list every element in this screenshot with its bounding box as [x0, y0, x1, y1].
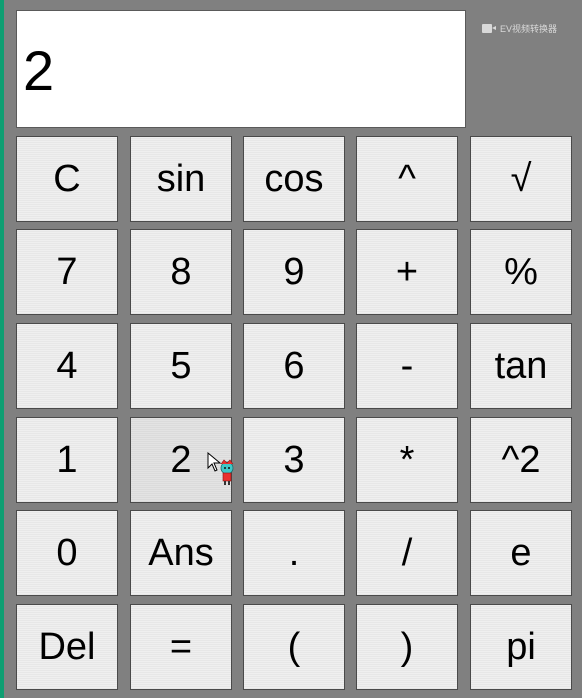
- key-pi[interactable]: pi: [470, 604, 572, 690]
- calculator-window: 2 EV视频转换器 C sin cos ^ √ 7 8 9 + % 4 5 6 …: [4, 0, 582, 698]
- video-camera-icon: [482, 24, 496, 33]
- key-power[interactable]: ^: [356, 136, 458, 222]
- key-equals[interactable]: =: [130, 604, 232, 690]
- key-open-paren[interactable]: (: [243, 604, 345, 690]
- recorder-watermark: EV视频转换器: [482, 22, 557, 35]
- key-ans[interactable]: Ans: [130, 510, 232, 596]
- key-decimal[interactable]: .: [243, 510, 345, 596]
- watermark-text: EV视频转换器: [500, 24, 558, 34]
- key-cos[interactable]: cos: [243, 136, 345, 222]
- key-9[interactable]: 9: [243, 229, 345, 315]
- key-4[interactable]: 4: [16, 323, 118, 409]
- key-percent[interactable]: %: [470, 229, 572, 315]
- key-tan[interactable]: tan: [470, 323, 572, 409]
- key-1[interactable]: 1: [16, 417, 118, 503]
- key-square[interactable]: ^2: [470, 417, 572, 503]
- key-7[interactable]: 7: [16, 229, 118, 315]
- key-6[interactable]: 6: [243, 323, 345, 409]
- key-0[interactable]: 0: [16, 510, 118, 596]
- key-minus[interactable]: -: [356, 323, 458, 409]
- key-multiply[interactable]: *: [356, 417, 458, 503]
- key-clear[interactable]: C: [16, 136, 118, 222]
- display-value: 2: [23, 39, 55, 102]
- key-e[interactable]: e: [470, 510, 572, 596]
- key-plus[interactable]: +: [356, 229, 458, 315]
- pointer-cursor-icon: [207, 452, 234, 485]
- key-5[interactable]: 5: [130, 323, 232, 409]
- key-sqrt[interactable]: √: [470, 136, 572, 222]
- key-close-paren[interactable]: ): [356, 604, 458, 690]
- key-delete[interactable]: Del: [16, 604, 118, 690]
- key-sin[interactable]: sin: [130, 136, 232, 222]
- display-screen: 2: [16, 10, 466, 128]
- key-8[interactable]: 8: [130, 229, 232, 315]
- key-divide[interactable]: /: [356, 510, 458, 596]
- key-3[interactable]: 3: [243, 417, 345, 503]
